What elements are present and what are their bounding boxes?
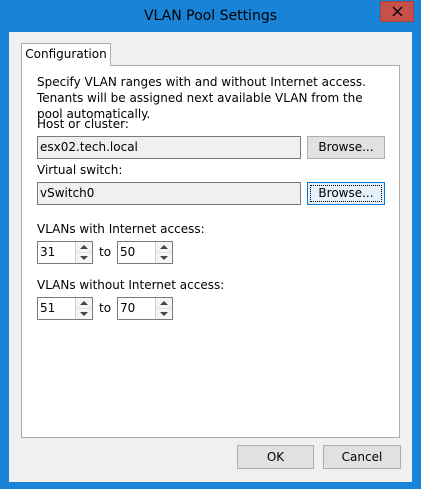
spin-buttons (75, 242, 92, 263)
without-internet-from-value: 51 (40, 301, 56, 315)
description-text: Specify VLAN ranges with and without Int… (37, 75, 366, 121)
chevron-up-icon (160, 245, 168, 249)
vswitch-field[interactable]: vSwitch0 (37, 182, 301, 205)
dialog-body: Configuration Specify VLAN ranges with a… (9, 32, 412, 482)
with-internet-from-value: 31 (40, 245, 56, 259)
dialog-window: VLAN Pool Settings Configuration Specify… (0, 0, 421, 489)
spin-buttons (155, 298, 172, 319)
spin-down-button[interactable] (156, 309, 172, 319)
configuration-panel: Specify VLAN ranges with and without Int… (21, 65, 400, 438)
host-label: Host or cluster: (37, 117, 129, 131)
vswitch-label: Virtual switch: (37, 163, 123, 177)
without-internet-to-stepper[interactable]: 70 (117, 297, 173, 320)
spin-buttons (75, 298, 92, 319)
chevron-down-icon (160, 312, 168, 316)
chevron-down-icon (160, 256, 168, 260)
spin-buttons (155, 242, 172, 263)
spin-down-button[interactable] (76, 309, 92, 319)
without-internet-from-stepper[interactable]: 51 (37, 297, 93, 320)
cancel-button[interactable]: Cancel (323, 445, 401, 469)
with-internet-to-stepper[interactable]: 50 (117, 241, 173, 264)
with-internet-to-value: 50 (120, 245, 136, 259)
close-button[interactable] (380, 1, 414, 22)
without-internet-label: VLANs without Internet access: (37, 278, 225, 292)
with-internet-from-stepper[interactable]: 31 (37, 241, 93, 264)
spin-up-button[interactable] (76, 298, 92, 309)
chevron-up-icon (160, 301, 168, 305)
close-icon (392, 6, 403, 17)
window-title: VLAN Pool Settings (143, 8, 278, 24)
vswitch-browse-button[interactable]: Browse... (307, 182, 385, 205)
host-browse-button[interactable]: Browse... (307, 136, 385, 159)
chevron-down-icon (80, 312, 88, 316)
spin-up-button[interactable] (156, 242, 172, 253)
spin-up-button[interactable] (76, 242, 92, 253)
chevron-up-icon (80, 245, 88, 249)
host-field[interactable]: esx02.tech.local (37, 136, 301, 159)
without-internet-to-label: to (99, 301, 112, 315)
chevron-down-icon (80, 256, 88, 260)
spin-down-button[interactable] (156, 253, 172, 263)
with-internet-to-label: to (99, 245, 112, 259)
with-internet-label: VLANs with Internet access: (37, 222, 205, 236)
spin-up-button[interactable] (156, 298, 172, 309)
ok-button[interactable]: OK (237, 445, 314, 469)
title-bar[interactable]: VLAN Pool Settings (1, 1, 420, 31)
tab-configuration[interactable]: Configuration (21, 43, 111, 66)
spin-down-button[interactable] (76, 253, 92, 263)
chevron-up-icon (80, 301, 88, 305)
without-internet-to-value: 70 (120, 301, 136, 315)
